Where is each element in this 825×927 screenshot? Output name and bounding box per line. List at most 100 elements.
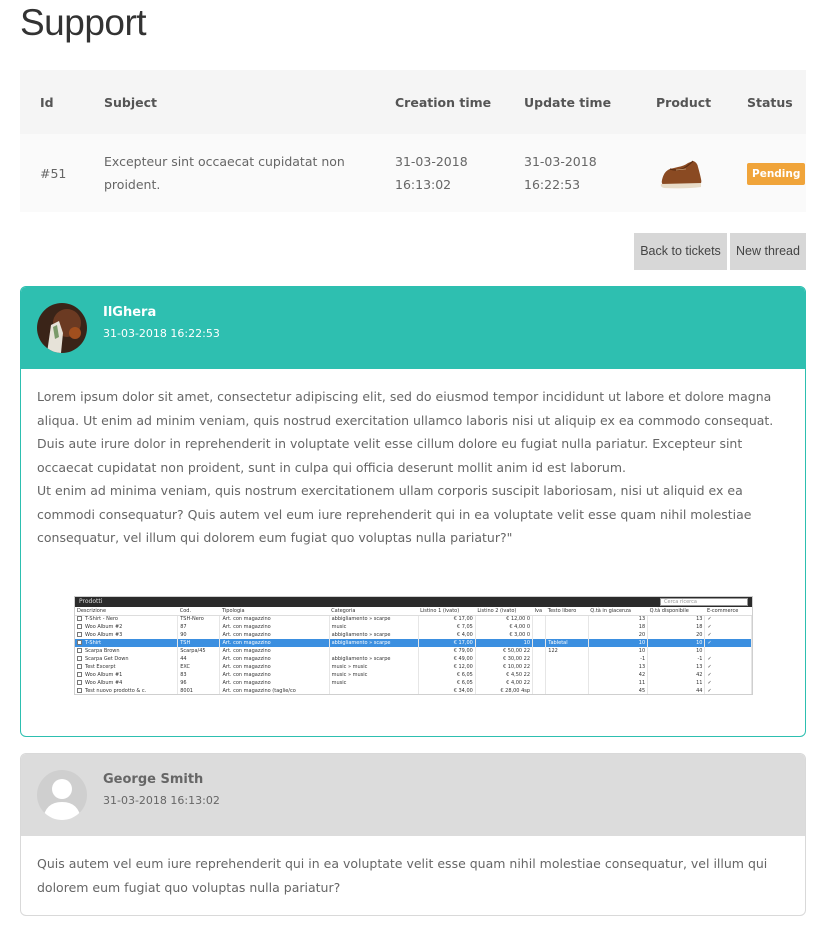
attachment-cell-text: abbigliamento » scarpe xyxy=(331,655,391,662)
attachment-cell xyxy=(532,679,547,687)
attachment-cell-text: ✓ xyxy=(707,639,712,646)
attachment-cell-text: € 7,05 xyxy=(456,623,473,630)
attachment-cell-text: 10 xyxy=(638,647,646,654)
attachment-row: Woo Album #3 90 Art. con magazzino abbiglia… xyxy=(75,631,752,639)
attachment-cell: € 28,00 4sp xyxy=(475,687,534,694)
attachment-cell: ✓ xyxy=(704,655,752,663)
attachment-cell: 10 xyxy=(647,647,706,655)
attachment-cell-text: 20 xyxy=(696,631,703,638)
attachment-cell: ✓ xyxy=(704,671,752,679)
attachment-cell-text: € 79,00 xyxy=(453,647,473,654)
attachment-cell xyxy=(532,647,547,655)
checkbox-icon xyxy=(77,623,82,629)
attachment-cell: 44 xyxy=(647,687,706,694)
attachment-column-header: Listino 1 (ivato) xyxy=(418,607,476,616)
attachment-cell-text: 10 xyxy=(523,639,531,646)
attachment-cell: € 4,00 22 xyxy=(475,679,534,687)
attachment-cell-text: Woo Album #1 xyxy=(85,671,123,678)
attachment-screenshot[interactable]: Prodotti Cerca ricerca Descrizione Cod. Ti… xyxy=(74,596,753,695)
attachment-cell xyxy=(532,639,547,647)
attachment-cell xyxy=(545,663,589,671)
user-placeholder-icon xyxy=(37,770,87,820)
attachment-cell: 18 xyxy=(647,623,706,631)
attachment-cell: 90 xyxy=(177,631,221,639)
message-paragraph: Ut enim ad minima veniam, quis nostrum e… xyxy=(37,483,752,545)
attachment-cell-text: 13 xyxy=(638,615,646,622)
attachment-cell: € 12,00 xyxy=(418,663,476,671)
checkbox-icon xyxy=(77,663,82,669)
attachment-cell: music xyxy=(329,679,419,687)
attachment-cell xyxy=(545,655,589,663)
update-clock: 16:22:53 xyxy=(524,177,581,192)
checkbox-icon xyxy=(77,615,82,621)
message-author: IlGhera xyxy=(103,305,157,320)
attachment-cell: abbigliamento » scarpe xyxy=(329,615,419,623)
attachment-search-field: Cerca ricerca xyxy=(660,598,748,606)
attachment-cell: Art. con magazzino xyxy=(219,647,330,655)
attachment-column-header: Iva xyxy=(532,607,546,616)
attachment-cell: € 34,00 xyxy=(418,687,476,694)
attachment-row: Woo Album #2 87 Art. con magazzino music € 7… xyxy=(75,623,752,631)
attachment-cell xyxy=(329,687,419,694)
attachment-cell-text: 13 xyxy=(696,615,703,622)
attachment-cell: Art. con magazzino xyxy=(219,623,330,631)
attachment-cell: € 50,00 22 xyxy=(475,647,534,655)
attachment-cell: Scarpa/45 xyxy=(177,647,221,655)
back-to-tickets-button[interactable]: Back to tickets xyxy=(634,233,727,270)
attachment-cell-text: 13 xyxy=(638,663,646,670)
attachment-cell: € 49,00 xyxy=(418,655,476,663)
attachment-column-header: Categoria xyxy=(329,607,419,616)
attachment-cell: 11 xyxy=(588,679,649,687)
attachment-cell-text: Art. con magazzino xyxy=(222,679,271,686)
attachment-cell-text: ✓ xyxy=(707,631,712,638)
message-card: George Smith 31-03-2018 16:13:02 Quis au… xyxy=(20,753,806,916)
shoe-icon[interactable] xyxy=(656,149,706,197)
attachment-cell-text: € 17,00 xyxy=(453,615,473,622)
attachment-cell-text: music » music xyxy=(331,663,368,670)
attachment-cell: Woo Album #4 xyxy=(75,679,179,687)
attachment-cell-text: ✓ xyxy=(707,679,712,686)
attachment-cell-text: Art. con magazzino (taglie/co xyxy=(222,687,296,694)
attachment-cell: € 17,00 xyxy=(418,639,476,647)
creation-clock: 16:13:02 xyxy=(395,177,452,192)
attachment-cell: € 30,00 22 xyxy=(475,655,534,663)
attachment-cell: abbigliamento » scarpe xyxy=(329,631,419,639)
attachment-cell-text: € 3,00 0 xyxy=(509,631,531,638)
header-subject: Subject xyxy=(104,70,395,134)
attachment-cell xyxy=(545,679,589,687)
new-thread-button[interactable]: New thread xyxy=(730,233,806,270)
attachment-cell: Scarpa Get Down xyxy=(75,655,179,663)
attachment-cell: Test nuovo prodotto & c. xyxy=(75,687,179,694)
attachment-cell-text: TSH-Nero xyxy=(180,615,204,622)
attachment-cell: 13 xyxy=(647,615,706,623)
attachment-cell xyxy=(532,671,547,679)
attachment-cell-text: music xyxy=(331,623,347,630)
attachment-cell: 20 xyxy=(588,631,649,639)
table-header-row: Id Subject Creation time Update time Pro… xyxy=(20,70,806,134)
attachment-cell-text: ✓ xyxy=(707,663,712,670)
attachment-cell-text: € 4,00 22 xyxy=(506,679,531,686)
checkbox-icon xyxy=(77,655,82,661)
attachment-cell: ✓ xyxy=(704,663,752,671)
attachment-cell-text: € 17,00 xyxy=(453,639,473,646)
attachment-cell-text: Art. con magazzino xyxy=(222,631,271,638)
checkbox-icon xyxy=(77,647,82,653)
attachment-cell-text: 11 xyxy=(696,679,703,686)
attachment-column-header: Testo libero xyxy=(545,607,589,616)
attachment-column-header: Q.tà disponibile xyxy=(647,607,705,616)
table-row: #51 Excepteur sint occaecat cupidatat no… xyxy=(20,134,806,212)
attachment-row: Woo Album #4 96 Art. con magazzino music € 6… xyxy=(75,679,752,687)
attachment-cell: € 10,00 22 xyxy=(475,663,534,671)
attachment-cell: € 3,00 0 xyxy=(475,631,534,639)
attachment-cell xyxy=(532,631,547,639)
attachment-cell: € 4,00 xyxy=(418,631,476,639)
attachment-cell-text: 18 xyxy=(696,623,703,630)
attachment-cell-text: Art. con magazzino xyxy=(222,663,271,670)
attachment-cell: TSH xyxy=(177,639,221,647)
attachment-cell-text: Art. con magazzino xyxy=(222,655,271,662)
attachment-cell: Art. con magazzino (taglie/co xyxy=(219,687,330,694)
attachment-cell-text: € 28,00 4sp xyxy=(500,687,531,694)
ticket-update-time: 31-03-2018 16:22:53 xyxy=(524,134,656,212)
attachment-cell-text: 11 xyxy=(638,679,646,686)
attachment-cell-text: 87 xyxy=(180,623,187,630)
